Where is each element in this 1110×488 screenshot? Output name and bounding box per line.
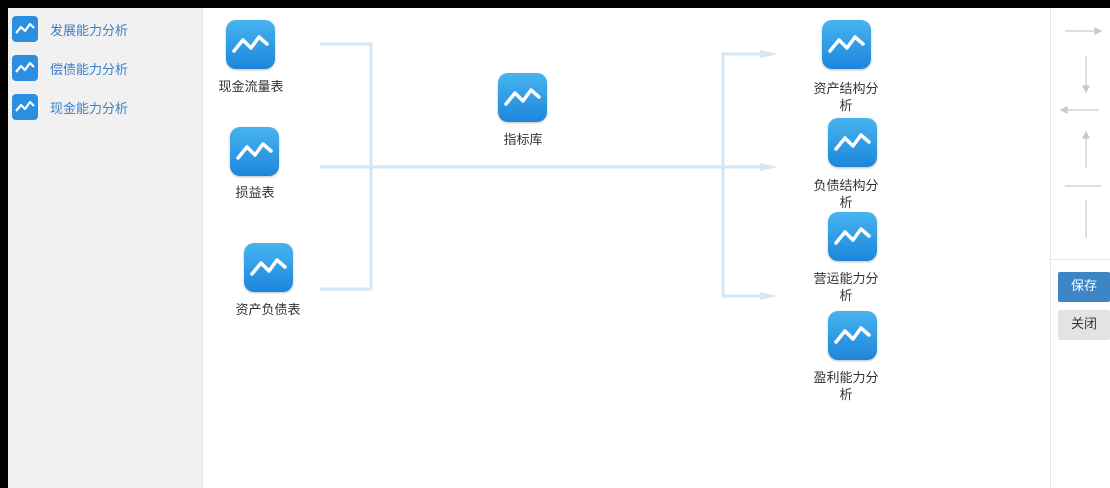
arrow-up-icon[interactable] [1082, 130, 1090, 168]
trend-chart-icon [12, 16, 38, 42]
close-button[interactable]: 关闭 [1058, 310, 1110, 340]
node-income-statement[interactable] [230, 127, 279, 176]
drawing-tools [1059, 27, 1103, 238]
arrow-down-icon[interactable] [1082, 56, 1090, 94]
trend-chart-icon [12, 55, 38, 81]
trend-chart-icon [236, 142, 273, 160]
node-balance-sheet[interactable] [244, 243, 293, 292]
node-indicator-library[interactable] [498, 73, 547, 122]
sidebar-item-development[interactable]: 发展能力分析 [12, 16, 128, 42]
sidebar: 发展能力分析 偿债能力分析 现金能力分析 [8, 8, 203, 488]
node-cash-flow-statement[interactable] [226, 20, 275, 69]
node-label: 盈利能力分析 [813, 371, 879, 403]
trend-chart-icon [232, 35, 269, 53]
trend-chart-icon [834, 133, 871, 151]
node-label: 营运能力分析 [813, 272, 879, 304]
node-label: 损益表 [235, 186, 275, 201]
save-button[interactable]: 保存 [1058, 272, 1110, 302]
trend-chart-icon [250, 258, 287, 276]
trend-chart-icon [834, 326, 871, 344]
node-liability-structure-analysis[interactable] [828, 118, 877, 167]
node-label: 资产结构分析 [813, 82, 879, 114]
node-label: 资产负债表 [235, 303, 301, 318]
node-label: 指标库 [503, 133, 543, 148]
tool-panel [1050, 8, 1110, 488]
node-label: 负债结构分析 [813, 179, 879, 211]
arrow-left-icon[interactable] [1059, 106, 1099, 114]
node-label: 现金流量表 [218, 80, 284, 95]
node-profitability-analysis[interactable] [828, 311, 877, 360]
trend-chart-icon [504, 88, 541, 106]
arrow-right-icon[interactable] [1065, 27, 1103, 35]
trend-chart-icon [12, 94, 38, 120]
trend-chart-icon [834, 227, 871, 245]
panel-divider [1051, 259, 1110, 260]
trend-chart-icon [828, 35, 865, 53]
sidebar-item-label: 发展能力分析 [50, 23, 129, 39]
node-operating-capacity-analysis[interactable] [828, 212, 877, 261]
sidebar-item-solvency[interactable]: 偿债能力分析 [12, 55, 128, 81]
node-asset-structure-analysis[interactable] [822, 20, 871, 69]
sidebar-item-cash[interactable]: 现金能力分析 [12, 94, 128, 120]
sidebar-item-label: 现金能力分析 [50, 101, 129, 117]
sidebar-item-label: 偿债能力分析 [50, 62, 129, 78]
